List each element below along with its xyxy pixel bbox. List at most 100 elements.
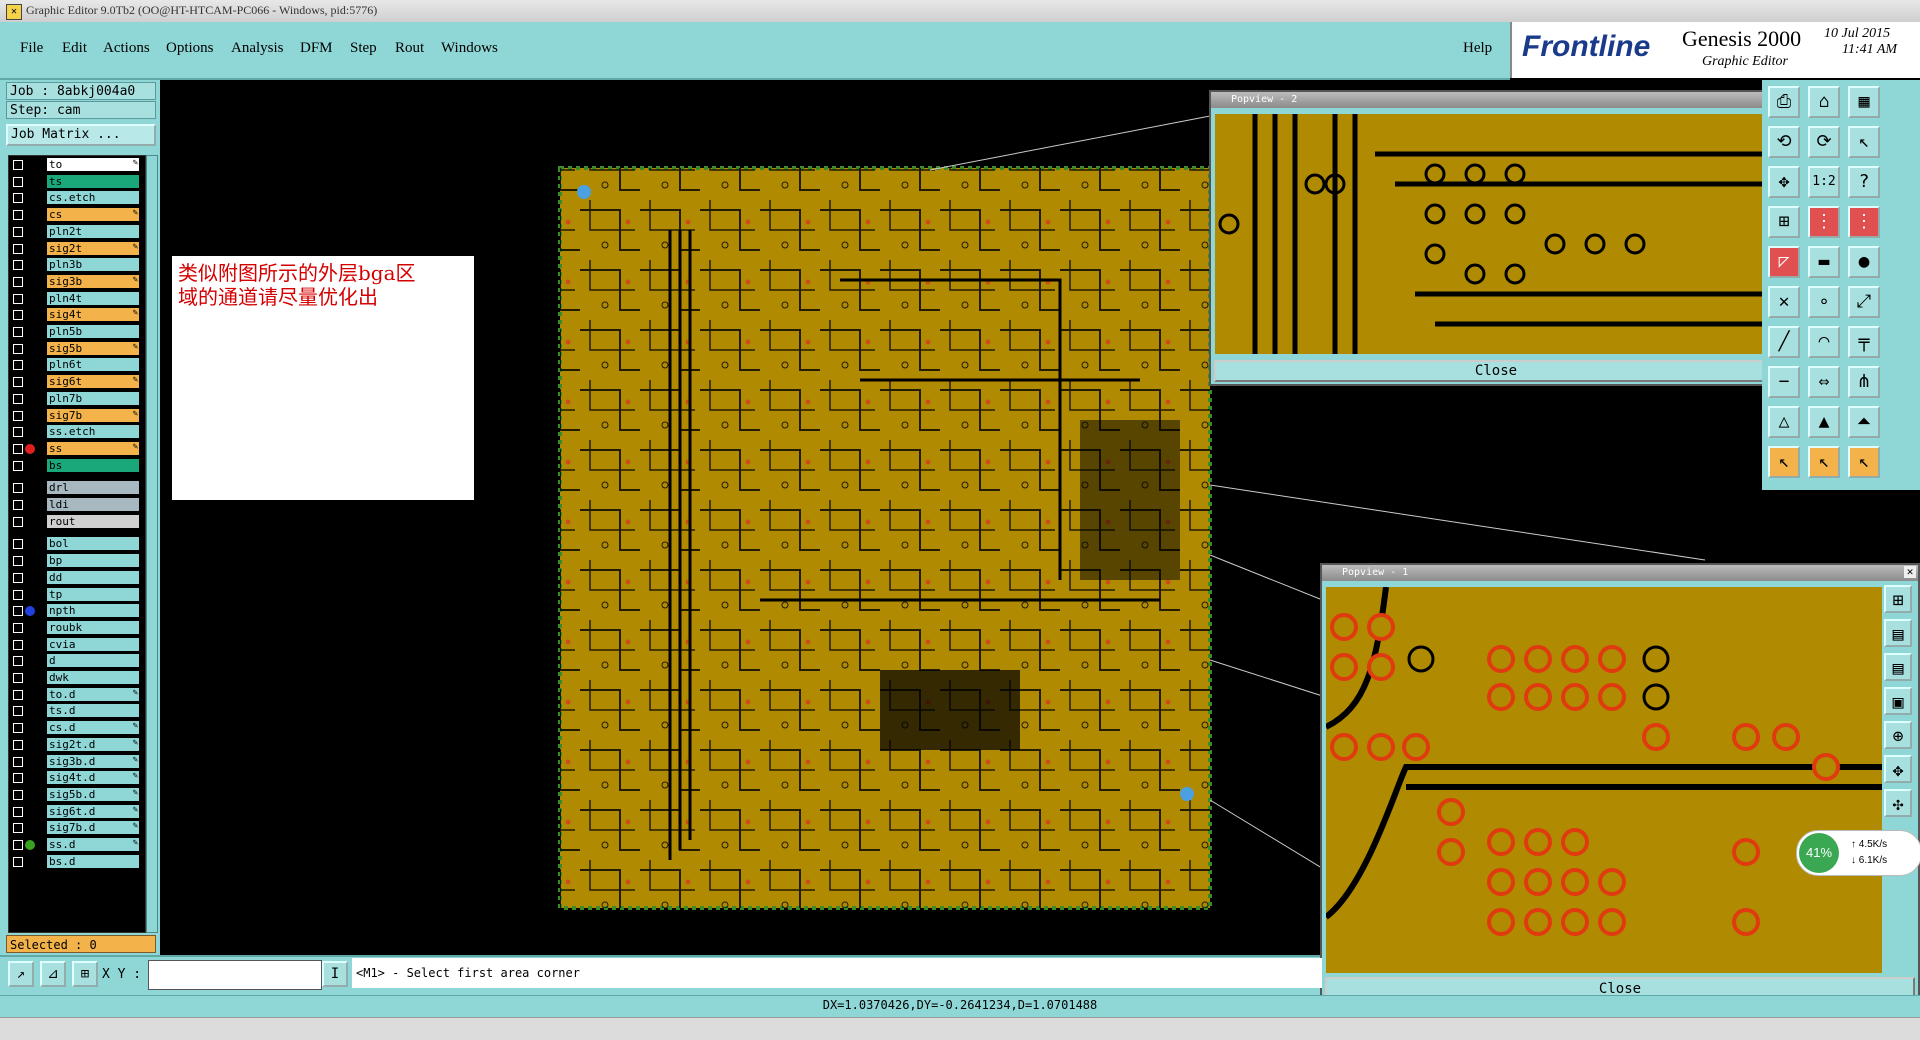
layer-name[interactable]: sig7b.d xyxy=(47,821,139,835)
circle-icon[interactable]: ● xyxy=(1848,246,1880,278)
layer-row[interactable]: sig6t ✎ xyxy=(11,375,141,389)
layer-checkbox[interactable] xyxy=(13,806,23,817)
trace-icon[interactable]: ╤ xyxy=(1848,326,1880,358)
layer-checkbox[interactable] xyxy=(13,572,23,583)
pan-tool-icon[interactable]: ↗ xyxy=(8,961,34,987)
layer-row[interactable]: sig5b.d ✎ xyxy=(11,787,141,802)
layer-row[interactable]: ts xyxy=(11,174,141,189)
layer-name[interactable]: tp xyxy=(47,587,139,601)
measure-icon[interactable]: ◸ xyxy=(1768,246,1800,278)
layer-checkbox[interactable] xyxy=(13,327,23,337)
layer-name[interactable]: pln4t xyxy=(47,291,139,305)
layer-name[interactable]: ss.etch xyxy=(47,425,139,439)
layer-row[interactable]: dd xyxy=(11,570,141,585)
layer-row[interactable]: d xyxy=(11,654,141,668)
popview-2-close-button[interactable]: Close xyxy=(1214,360,1778,382)
layer-checkbox[interactable] xyxy=(13,500,23,510)
triangle-icon[interactable]: △ xyxy=(1768,406,1800,438)
layer-name[interactable]: ts.d xyxy=(47,704,139,718)
layer-row[interactable]: sig7b.d ✎ xyxy=(11,821,141,835)
layer-name[interactable]: cs.d xyxy=(47,721,139,735)
layer-name[interactable]: sig2t.d xyxy=(47,737,139,751)
zoom-icon[interactable]: ⊞ xyxy=(1884,585,1912,613)
network-monitor-widget[interactable]: 41% ↑ 4.5K/s ↓ 6.1K/s xyxy=(1796,830,1920,876)
layer-checkbox[interactable] xyxy=(13,443,23,454)
layer-checkbox[interactable] xyxy=(13,226,23,237)
layer-row[interactable]: ss ✎ xyxy=(11,441,141,456)
layer-name[interactable]: dd xyxy=(47,570,139,584)
menu-file[interactable]: File xyxy=(20,40,43,57)
layer-checkbox[interactable] xyxy=(13,689,23,700)
layer-checkbox[interactable] xyxy=(13,160,23,170)
layer-checkbox[interactable] xyxy=(13,856,23,867)
layer-name[interactable]: sig5b.d xyxy=(47,787,139,801)
layer-row[interactable]: cs.etch xyxy=(11,191,141,205)
menu-windows[interactable]: Windows xyxy=(441,40,498,57)
select-arrow-icon[interactable]: ↖ xyxy=(1768,446,1800,478)
layer-checkbox[interactable] xyxy=(13,539,23,550)
layer-name[interactable]: sig7b xyxy=(47,408,139,422)
layer-checkbox[interactable] xyxy=(13,310,23,321)
layer-row[interactable]: bs.d xyxy=(11,854,141,869)
layer-checkbox[interactable] xyxy=(13,293,23,304)
job-matrix-button[interactable]: Job Matrix ... xyxy=(6,124,156,146)
layer-name[interactable]: cvia xyxy=(47,637,139,651)
layer-row[interactable]: pln4t xyxy=(11,291,141,306)
menu-step[interactable]: Step xyxy=(350,40,377,57)
minus-icon[interactable]: − xyxy=(1768,366,1800,398)
menu-options[interactable]: Options xyxy=(166,40,214,57)
layer-name[interactable]: npth xyxy=(47,604,139,618)
layer-row[interactable]: sig4t ✎ xyxy=(11,308,141,322)
layer-name[interactable]: cs.etch xyxy=(47,191,139,205)
layer-checkbox[interactable] xyxy=(13,410,23,421)
select-box-icon[interactable]: ↖ xyxy=(1808,446,1840,478)
layer-row[interactable]: cvia xyxy=(11,637,141,652)
layer-checkbox[interactable] xyxy=(13,606,23,617)
connect-icon[interactable]: ⤢ xyxy=(1848,286,1880,318)
layer-checkbox[interactable] xyxy=(13,377,23,388)
layer-checkbox[interactable] xyxy=(13,773,23,784)
layer-row[interactable]: roubk xyxy=(11,620,141,635)
layer-row[interactable]: sig2t.d ✎ xyxy=(11,737,141,752)
grid-icon[interactable]: ⊞ xyxy=(1768,206,1800,238)
help-icon[interactable]: ? xyxy=(1848,166,1880,198)
layer-checkbox[interactable] xyxy=(13,739,23,750)
layer-row[interactable]: to.d ✎ xyxy=(11,687,141,702)
layer-checkbox[interactable] xyxy=(13,210,23,221)
layer-row[interactable]: sig6t.d ✎ xyxy=(11,804,141,819)
network-icon[interactable]: ⋔ xyxy=(1848,366,1880,398)
close-icon[interactable]: ✕ xyxy=(1904,566,1916,578)
snap-icon[interactable]: ⋮ xyxy=(1808,206,1840,238)
layer-row[interactable]: sig7b ✎ xyxy=(11,408,141,423)
layer-row[interactable]: sig3b ✎ xyxy=(11,274,141,289)
menu-edit[interactable]: Edit xyxy=(62,40,87,57)
layer-row[interactable]: bol xyxy=(11,537,141,551)
xy-input[interactable] xyxy=(148,960,322,990)
layer-row[interactable]: to ✎ xyxy=(11,158,141,172)
layer-row[interactable]: pln5b xyxy=(11,325,141,339)
layer-name[interactable]: pln2t xyxy=(47,224,139,238)
layer-row[interactable]: ldi xyxy=(11,498,141,512)
layer-row[interactable]: sig2t ✎ xyxy=(11,241,141,256)
layer-row[interactable]: sig4t.d ✎ xyxy=(11,771,141,785)
layer-name[interactable]: pln7b xyxy=(47,391,139,405)
layer-row[interactable]: ts.d xyxy=(11,704,141,718)
fit-icon[interactable]: ▣ xyxy=(1884,687,1912,715)
window-icon[interactable]: ▦ xyxy=(1848,86,1880,118)
layer-name[interactable]: sig4t xyxy=(47,308,139,322)
layer-row[interactable]: rout xyxy=(11,514,141,529)
layer-checkbox[interactable] xyxy=(13,460,23,471)
layer-row[interactable]: ss.etch xyxy=(11,425,141,439)
triangle-alt-icon[interactable]: ▲ xyxy=(1808,406,1840,438)
layer-name[interactable]: pln5b xyxy=(47,325,139,338)
pan-icon[interactable]: ✥ xyxy=(1768,166,1800,198)
layer-checkbox[interactable] xyxy=(13,483,23,494)
layer-name[interactable]: ss xyxy=(47,441,139,455)
layer-name[interactable]: ldi xyxy=(47,498,139,511)
menu-help[interactable]: Help xyxy=(1463,40,1492,57)
measure-tool-icon[interactable]: ⊿ xyxy=(40,961,66,987)
layer-row[interactable]: sig3b.d ✎ xyxy=(11,754,141,769)
layer-checkbox[interactable] xyxy=(13,673,23,683)
layer-checkbox[interactable] xyxy=(13,556,23,567)
layer-checkbox[interactable] xyxy=(13,589,23,600)
